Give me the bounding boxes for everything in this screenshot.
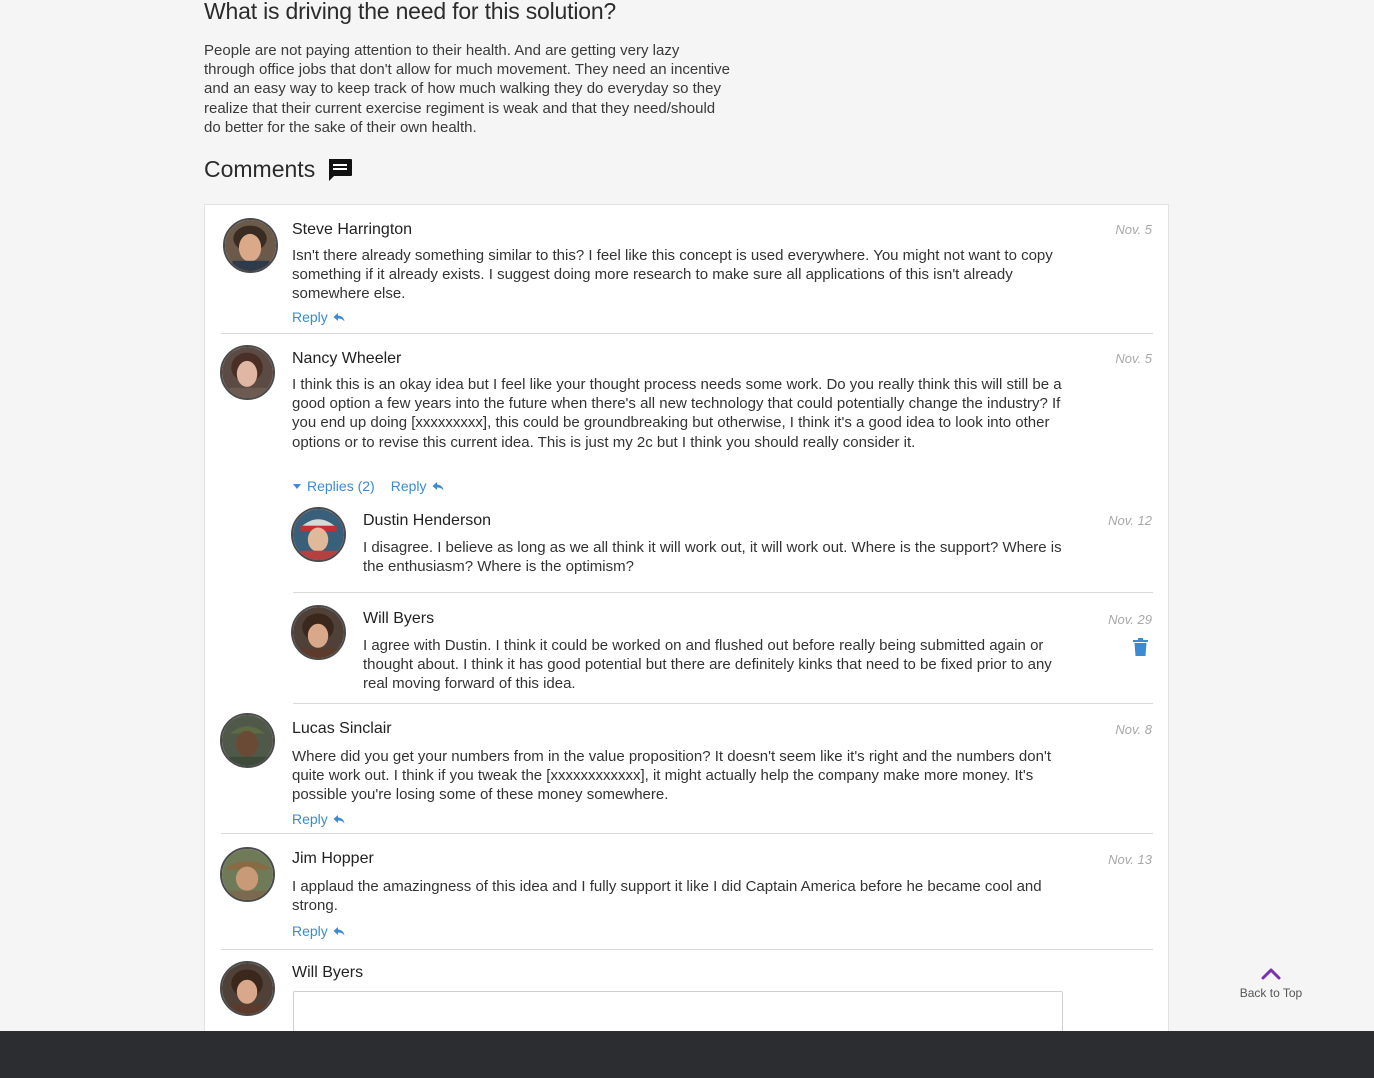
comment-author[interactable]: Steve Harrington <box>292 221 412 239</box>
problem-text: People are not paying attention to their… <box>204 42 730 136</box>
reply-button[interactable]: Reply <box>292 811 345 827</box>
divider <box>221 333 1153 334</box>
new-comment-author: Will Byers <box>292 964 364 981</box>
reply-icon <box>333 312 345 322</box>
reply-icon <box>333 926 345 936</box>
divider <box>221 833 1153 834</box>
reply-author[interactable]: Will Byers <box>363 610 434 628</box>
reply-date: Nov. 29 <box>1108 612 1152 627</box>
divider <box>293 592 1153 593</box>
caret-down-icon <box>293 484 301 489</box>
chevron-up-icon <box>1261 968 1281 980</box>
comment-author[interactable]: Jim Hopper <box>292 850 374 868</box>
comment-text: Where did you get your numbers from in t… <box>292 748 1051 804</box>
comment-author[interactable]: Nancy Wheeler <box>292 350 401 368</box>
problem-heading: What is driving the need for this soluti… <box>204 0 617 24</box>
reply-label: Reply <box>292 923 328 939</box>
comment-date: Nov. 5 <box>1115 351 1152 366</box>
reply-label: Reply <box>292 811 328 827</box>
divider <box>293 703 1153 704</box>
avatar <box>220 961 275 1016</box>
comment-actions: Reply <box>292 811 345 827</box>
back-to-top-label: Back to Top <box>1239 986 1303 1000</box>
replies-toggle-label: Replies (2) <box>307 478 375 494</box>
back-to-top-button[interactable]: Back to Top <box>1234 968 1308 1000</box>
reply-author[interactable]: Dustin Henderson <box>363 512 491 530</box>
trash-icon[interactable] <box>1133 638 1148 661</box>
reply-date: Nov. 12 <box>1108 513 1152 528</box>
avatar <box>220 713 275 768</box>
reply-text: I disagree. I believe as long as we all … <box>363 539 1062 576</box>
avatar <box>291 605 346 660</box>
new-comment-input[interactable] <box>293 991 1063 1034</box>
avatar <box>223 218 278 273</box>
avatar <box>220 345 275 400</box>
comment-actions: Reply <box>292 309 345 325</box>
comment-text: I applaud the amazingness of this idea a… <box>292 878 1042 915</box>
comment-author[interactable]: Lucas Sinclair <box>292 720 392 738</box>
replies-toggle[interactable]: Replies (2) <box>292 478 375 494</box>
comment-actions: Reply <box>292 923 345 939</box>
reply-button[interactable]: Reply <box>292 309 345 325</box>
comment-text: Isn't there already something similar to… <box>292 247 1053 303</box>
comment-date: Nov. 8 <box>1115 722 1152 737</box>
comment-date: Nov. 13 <box>1108 852 1152 867</box>
reply-label: Reply <box>390 478 427 494</box>
reply-icon <box>432 481 444 491</box>
reply-text: I agree with Dustin. I think it could be… <box>363 637 1052 693</box>
comments-title: Comments <box>204 156 316 182</box>
avatar <box>291 507 346 562</box>
reply-button[interactable]: Reply <box>292 923 345 939</box>
comment-icon <box>327 158 353 182</box>
comment-date: Nov. 5 <box>1115 222 1152 237</box>
comment-actions: Replies (2) Reply <box>292 478 444 494</box>
reply-label: Reply <box>292 309 328 325</box>
comments-card: Steve Harrington Nov. 5 Isn't there alre… <box>204 204 1169 1034</box>
comments-header: Comments <box>204 156 353 183</box>
footer <box>0 1031 1374 1078</box>
reply-button[interactable]: Reply <box>391 478 444 494</box>
avatar <box>220 847 275 902</box>
divider <box>221 949 1153 950</box>
comment-text: I think this is an okay idea but I feel … <box>292 376 1062 451</box>
reply-icon <box>333 814 345 824</box>
